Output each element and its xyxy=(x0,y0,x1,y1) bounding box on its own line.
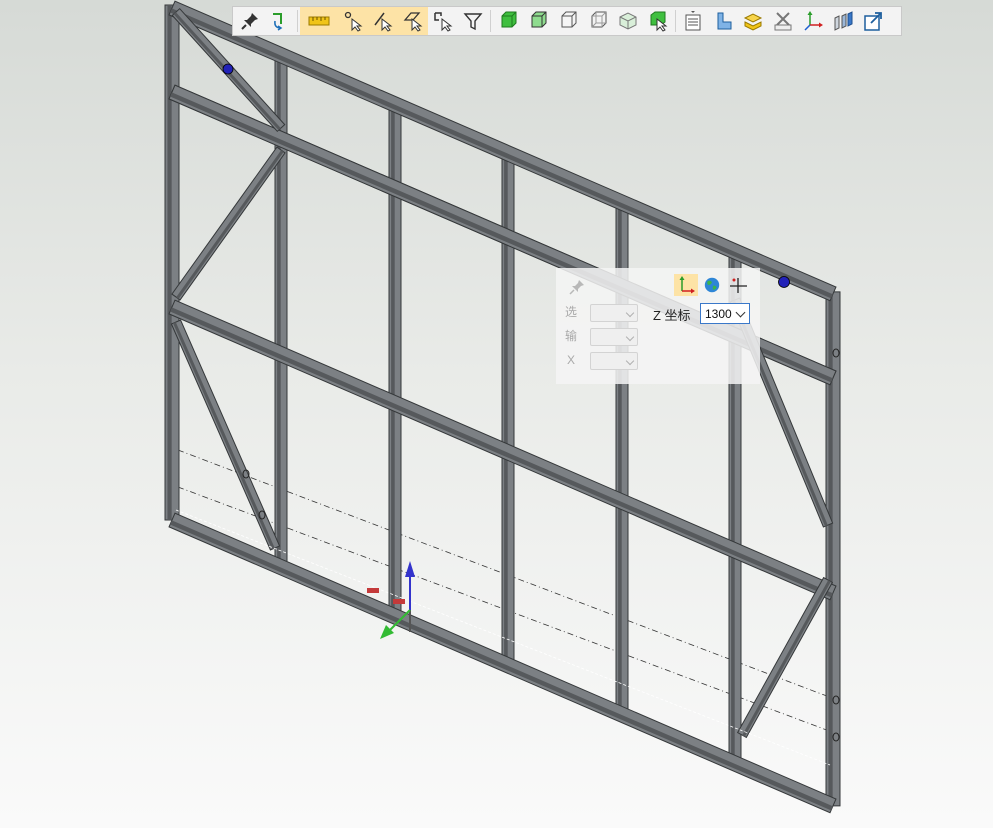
coordinate-axes-icon xyxy=(804,11,823,31)
select-component-icon xyxy=(434,12,453,32)
point-cross-icon[interactable] xyxy=(726,274,750,296)
layers-button[interactable] xyxy=(738,7,768,35)
toolbar-separator xyxy=(675,10,676,32)
measure-ruler-button[interactable] xyxy=(300,7,338,35)
point-marker xyxy=(222,63,234,75)
vertical-label-input: 输 xyxy=(564,329,577,343)
transparent-view-icon xyxy=(619,12,637,30)
axis-direction-icon[interactable] xyxy=(674,274,698,296)
bracket-button[interactable] xyxy=(708,7,738,35)
pin-button[interactable] xyxy=(235,7,265,35)
bracket-icon xyxy=(717,12,732,30)
hidden-lines-view-icon xyxy=(561,11,577,28)
disabled-select-1 xyxy=(590,304,638,322)
hide-show-button[interactable] xyxy=(768,7,798,35)
wireframe-view-icon xyxy=(591,11,607,28)
shaded-edges-view-icon xyxy=(531,11,547,28)
export-button[interactable] xyxy=(858,7,888,35)
select-body-icon xyxy=(650,11,668,32)
shaded-view-button[interactable] xyxy=(493,7,523,35)
wireframe-view-button[interactable] xyxy=(583,7,613,35)
frame-brace-edge xyxy=(176,150,284,299)
coordinate-axes-button[interactable] xyxy=(798,7,828,35)
explode-icon xyxy=(834,11,853,31)
select-edge-button[interactable] xyxy=(368,7,398,35)
steel-frame-model xyxy=(164,0,841,814)
rotate-view-button[interactable] xyxy=(265,7,295,35)
toolbar-separator xyxy=(297,10,298,32)
layers-icon xyxy=(743,13,763,31)
selected-marker xyxy=(393,599,405,604)
z-coordinate-label: Z 坐标 xyxy=(653,308,691,323)
frame-brace-edge xyxy=(742,580,831,737)
hidden-lines-view-button[interactable] xyxy=(553,7,583,35)
transparent-view-button[interactable] xyxy=(613,7,643,35)
shaded-view-icon xyxy=(501,11,517,28)
select-point-icon xyxy=(344,11,363,32)
toolbar-separator xyxy=(490,10,491,32)
section-list-icon xyxy=(685,11,701,31)
z-coordinate-select[interactable]: 1300 xyxy=(700,303,750,324)
point-marker xyxy=(778,276,790,288)
select-body-button[interactable] xyxy=(643,7,673,35)
pin-icon xyxy=(241,13,258,30)
3d-viewport[interactable] xyxy=(0,0,993,828)
pin-icon[interactable] xyxy=(568,278,586,296)
explode-button[interactable] xyxy=(828,7,858,35)
vertical-label-select: 选 xyxy=(564,305,577,319)
filter-icon xyxy=(463,13,483,31)
frame-rail-edge xyxy=(170,8,833,299)
section-list-button[interactable] xyxy=(678,7,708,35)
chevron-down-icon xyxy=(735,307,746,318)
select-edge-icon xyxy=(374,12,393,32)
coordinate-input-panel: 选 输 X Z 坐标 1300 xyxy=(556,268,760,384)
select-face-icon xyxy=(403,12,423,32)
export-icon xyxy=(864,12,882,31)
rotate-view-icon xyxy=(273,13,283,31)
hide-show-icon xyxy=(774,12,792,31)
selected-marker xyxy=(367,588,379,593)
disabled-select-3 xyxy=(590,352,638,370)
vertical-label-x: X xyxy=(566,353,575,367)
shaded-edges-view-button[interactable] xyxy=(523,7,553,35)
select-component-button[interactable] xyxy=(428,7,458,35)
select-face-button[interactable] xyxy=(398,7,428,35)
view-toolbar xyxy=(232,6,902,36)
measure-ruler-icon xyxy=(308,16,330,26)
filter-button[interactable] xyxy=(458,7,488,35)
disabled-select-2 xyxy=(590,328,638,346)
globe-icon[interactable] xyxy=(700,274,724,296)
z-axis-arrow xyxy=(405,561,415,577)
z-coordinate-value: 1300 xyxy=(705,307,732,321)
select-point-button[interactable] xyxy=(338,7,368,35)
frame-post xyxy=(164,4,180,521)
